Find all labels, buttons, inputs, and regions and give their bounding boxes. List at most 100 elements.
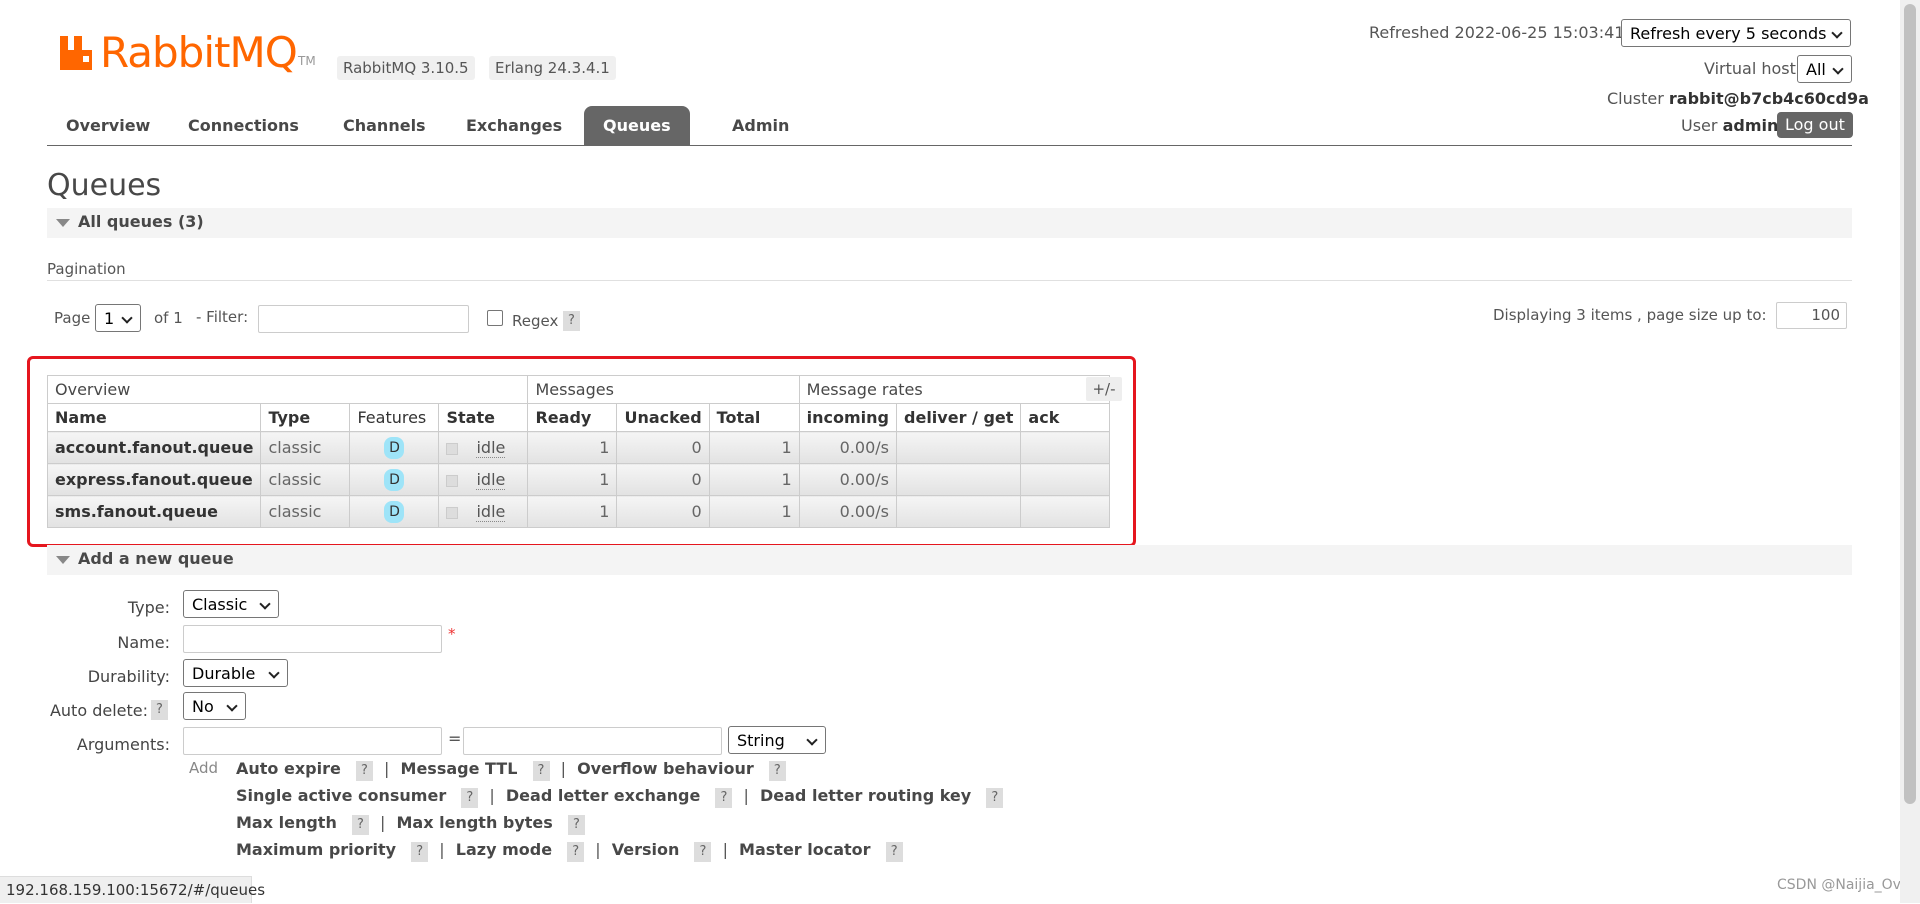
argument-value-input[interactable] <box>463 727 722 755</box>
help-icon[interactable]: ? <box>567 842 585 862</box>
page-select[interactable]: 1 <box>95 304 141 332</box>
tab-admin[interactable]: Admin <box>713 106 808 145</box>
queue-total: 1 <box>708 431 800 464</box>
help-icon[interactable]: ? <box>768 761 786 781</box>
arg-max-length[interactable]: Max length <box>236 813 337 832</box>
help-icon[interactable]: ? <box>532 761 550 781</box>
help-icon[interactable]: ? <box>885 842 903 862</box>
queue-type-select[interactable]: Classic <box>183 590 279 618</box>
group-messages: Messages <box>527 375 800 404</box>
separator: | <box>439 840 445 859</box>
col-ack[interactable]: ack <box>1020 403 1111 432</box>
state-indicator-icon <box>446 506 459 519</box>
arg-lazy-mode[interactable]: Lazy mode <box>456 840 552 859</box>
all-queues-section-toggle[interactable]: All queues (3) <box>47 208 1852 238</box>
queue-name-input[interactable] <box>183 625 442 653</box>
type-label: Type: <box>127 598 170 617</box>
arg-master-locator[interactable]: Master locator <box>739 840 871 859</box>
browser-status-bar: 192.168.159.100:15672/#/queues <box>0 876 265 903</box>
pagination-label: Pagination <box>47 260 126 278</box>
col-deliver-get[interactable]: deliver / get <box>896 403 1022 432</box>
arg-dead-letter-exchange[interactable]: Dead letter exchange <box>506 786 700 805</box>
add-argument-label: Add <box>189 759 219 777</box>
arg-message-ttl[interactable]: Message TTL <box>401 759 518 778</box>
arg-overflow-behaviour[interactable]: Overflow behaviour <box>577 759 754 778</box>
page-title: Queues <box>47 168 162 203</box>
refreshed-timestamp: Refreshed 2022-06-25 15:03:41 <box>1369 23 1625 42</box>
help-icon[interactable]: ? <box>715 788 733 808</box>
tab-exchanges[interactable]: Exchanges <box>447 106 581 145</box>
arguments-label: Arguments: <box>76 735 170 754</box>
add-queue-section-toggle[interactable]: Add a new queue <box>47 545 1852 575</box>
table-column-header: Name Type Features State Ready Unacked T… <box>46 403 1111 432</box>
argument-shortcuts-row-4: Maximum priority ? | Lazy mode ? | Versi… <box>236 840 903 862</box>
tab-connections[interactable]: Connections <box>169 106 318 145</box>
queue-name-link[interactable]: sms.fanout.queue <box>46 495 262 528</box>
page-scrollbar[interactable] <box>1900 0 1920 903</box>
help-icon[interactable]: ? <box>694 842 712 862</box>
durability-select[interactable]: Durable <box>183 659 288 687</box>
arg-maximum-priority[interactable]: Maximum priority <box>236 840 396 859</box>
group-message-rates: Message rates <box>798 375 1111 404</box>
queue-type: classic <box>260 463 351 496</box>
required-marker: * <box>448 625 456 643</box>
queue-name-link[interactable]: express.fanout.queue <box>46 463 262 496</box>
virtual-host-select[interactable]: All <box>1797 55 1852 83</box>
separator: | <box>560 759 566 778</box>
auto-delete-help-icon[interactable]: ? <box>151 700 168 720</box>
auto-delete-label: Auto delete: <box>49 701 148 720</box>
help-icon[interactable]: ? <box>567 815 585 835</box>
argument-type-value: String <box>737 731 785 750</box>
col-unacked[interactable]: Unacked <box>616 403 710 432</box>
arg-auto-expire[interactable]: Auto expire <box>236 759 341 778</box>
state-text: idle <box>476 470 506 490</box>
regex-checkbox[interactable] <box>487 310 503 326</box>
col-state[interactable]: State <box>438 403 529 432</box>
col-ready[interactable]: Ready <box>527 403 618 432</box>
collapse-triangle-icon <box>56 556 70 564</box>
queue-incoming: 0.00/s <box>798 431 898 464</box>
col-total[interactable]: Total <box>708 403 800 432</box>
pagination-divider <box>47 280 1852 281</box>
queue-unacked: 0 <box>616 495 710 528</box>
rabbit-logo-icon <box>60 36 96 70</box>
queues-table: Overview Messages Message rates Name Typ… <box>46 375 1111 528</box>
table-row[interactable]: account.fanout.queue classic D idle 1 0 … <box>46 431 1111 464</box>
col-type[interactable]: Type <box>260 403 351 432</box>
help-icon[interactable]: ? <box>461 788 479 808</box>
arg-dead-letter-routing-key[interactable]: Dead letter routing key <box>760 786 971 805</box>
regex-help-icon[interactable]: ? <box>563 311 580 331</box>
arg-version[interactable]: Version <box>612 840 680 859</box>
column-toggle-button[interactable]: +/- <box>1086 377 1122 401</box>
page-size-input[interactable]: 100 <box>1776 302 1847 329</box>
help-icon[interactable]: ? <box>355 761 373 781</box>
help-icon[interactable]: ? <box>986 788 1004 808</box>
help-icon[interactable]: ? <box>351 815 369 835</box>
name-label: Name: <box>117 633 170 652</box>
queue-ack <box>1020 431 1111 464</box>
separator: | <box>722 840 728 859</box>
arg-max-length-bytes[interactable]: Max length bytes <box>397 813 553 832</box>
table-row[interactable]: express.fanout.queue classic D idle 1 0 … <box>46 463 1111 496</box>
queue-deliver-get <box>896 495 1022 528</box>
auto-delete-select[interactable]: No <box>183 692 246 720</box>
queue-state: idle <box>438 495 529 528</box>
durable-badge: D <box>384 436 405 459</box>
rabbitmq-version-badge: RabbitMQ 3.10.5 <box>337 56 475 80</box>
col-name[interactable]: Name <box>46 403 262 432</box>
col-incoming[interactable]: incoming <box>798 403 898 432</box>
tab-overview[interactable]: Overview <box>47 106 169 145</box>
filter-input[interactable] <box>258 305 469 333</box>
arg-single-active-consumer[interactable]: Single active consumer <box>236 786 446 805</box>
queue-name-link[interactable]: account.fanout.queue <box>46 431 262 464</box>
tab-queues[interactable]: Queues <box>584 106 690 145</box>
refresh-interval-select[interactable]: Refresh every 5 seconds <box>1621 19 1851 47</box>
table-row[interactable]: sms.fanout.queue classic D idle 1 0 1 0.… <box>46 495 1111 528</box>
argument-type-select[interactable]: String <box>728 726 826 754</box>
tab-channels[interactable]: Channels <box>324 106 445 145</box>
help-icon[interactable]: ? <box>411 842 429 862</box>
argument-key-input[interactable] <box>183 727 442 755</box>
scrollbar-thumb[interactable] <box>1904 4 1916 804</box>
state-text: idle <box>476 502 506 522</box>
regex-label: Regex <box>512 312 559 330</box>
